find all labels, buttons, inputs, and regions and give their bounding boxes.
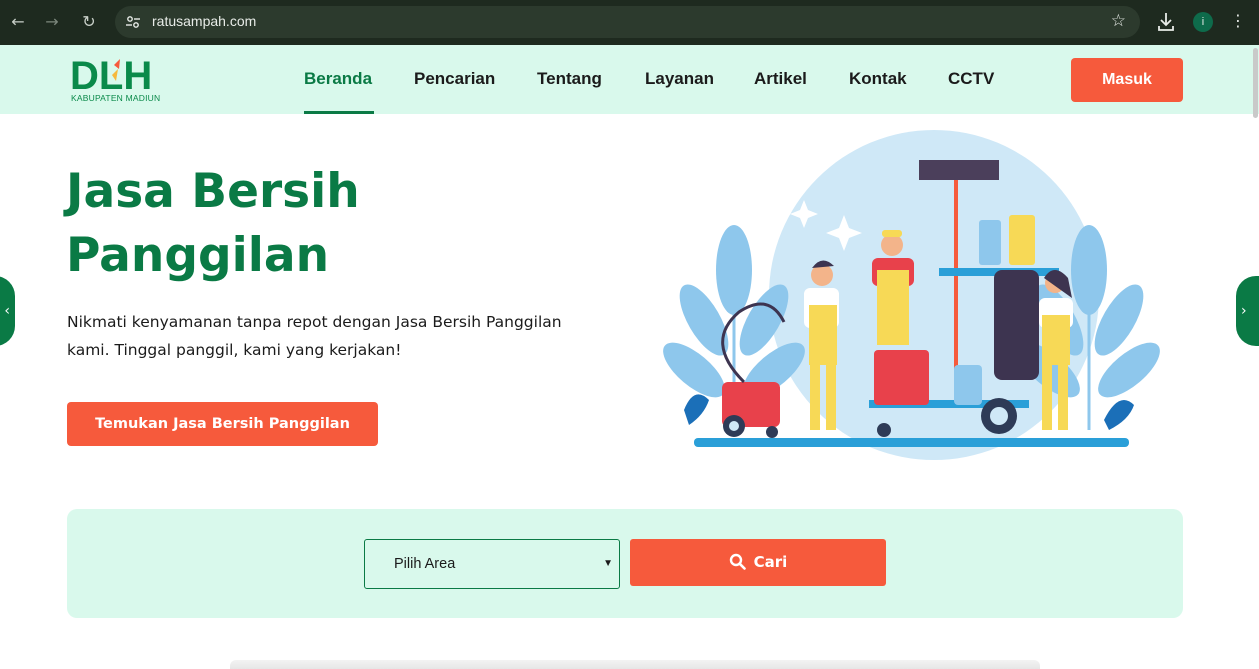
carousel-prev-button[interactable]: ‹	[0, 276, 15, 346]
find-service-button[interactable]: Temukan Jasa Bersih Panggilan	[67, 402, 378, 446]
tune-icon[interactable]	[125, 14, 141, 30]
logo-subtitle: KABUPATEN MADIUN	[71, 93, 161, 103]
dlh-logo-mark: DLH	[70, 54, 152, 98]
scrollbar-thumb[interactable]	[1253, 48, 1258, 118]
hero-description: Nikmati kenyamanan tanpa repot dengan Ja…	[67, 313, 562, 359]
url-text[interactable]: ratusampah.com	[152, 13, 256, 29]
kebab-icon[interactable]: ⋮	[1230, 11, 1246, 30]
area-select[interactable]: Pilih Area ▼	[364, 539, 620, 589]
nav-item-beranda[interactable]: Beranda	[304, 69, 372, 89]
logo-mark-text: DLH	[70, 55, 152, 93]
hero-title: Jasa Bersih Panggilan	[66, 164, 360, 283]
active-nav-indicator	[304, 111, 374, 114]
reload-icon[interactable]: ↻	[79, 12, 99, 32]
dlh-logo[interactable]: DLH KABUPATEN MADIUN	[70, 54, 170, 105]
nav-item-kontak[interactable]: Kontak	[849, 69, 907, 89]
carousel-next-button[interactable]: ›	[1236, 276, 1259, 346]
search-button-label: Cari	[753, 553, 788, 571]
nav-item-tentang[interactable]: Tentang	[537, 69, 602, 89]
search-panel	[67, 509, 1183, 618]
nav-item-cctv[interactable]: CCTV	[948, 69, 994, 89]
browser-toolbar: ← → ↻ ratusampah.com ☆ i ⋮	[0, 0, 1259, 45]
search-button[interactable]: Cari	[630, 539, 886, 586]
area-select-value: Pilih Area	[394, 556, 456, 572]
search-icon	[729, 553, 746, 570]
nav-item-artikel[interactable]: Artikel	[754, 69, 807, 89]
cleaning-crew-illustration	[663, 130, 1160, 460]
next-section-edge	[230, 660, 1040, 669]
profile-avatar[interactable]: i	[1193, 12, 1213, 32]
address-bar[interactable]: ratusampah.com ☆	[115, 6, 1140, 38]
back-arrow-icon[interactable]: ←	[8, 12, 28, 32]
forward-arrow-icon[interactable]: →	[42, 12, 62, 32]
nav-item-pencarian[interactable]: Pencarian	[414, 69, 495, 89]
login-button[interactable]: Masuk	[1071, 58, 1183, 102]
download-icon[interactable]	[1156, 11, 1176, 33]
nav-item-layanan[interactable]: Layanan	[645, 69, 714, 89]
star-icon[interactable]: ☆	[1111, 11, 1126, 31]
chevron-down-icon: ▼	[603, 558, 613, 569]
chevron-right-icon: ›	[1241, 303, 1247, 319]
chevron-left-icon: ‹	[4, 303, 10, 319]
